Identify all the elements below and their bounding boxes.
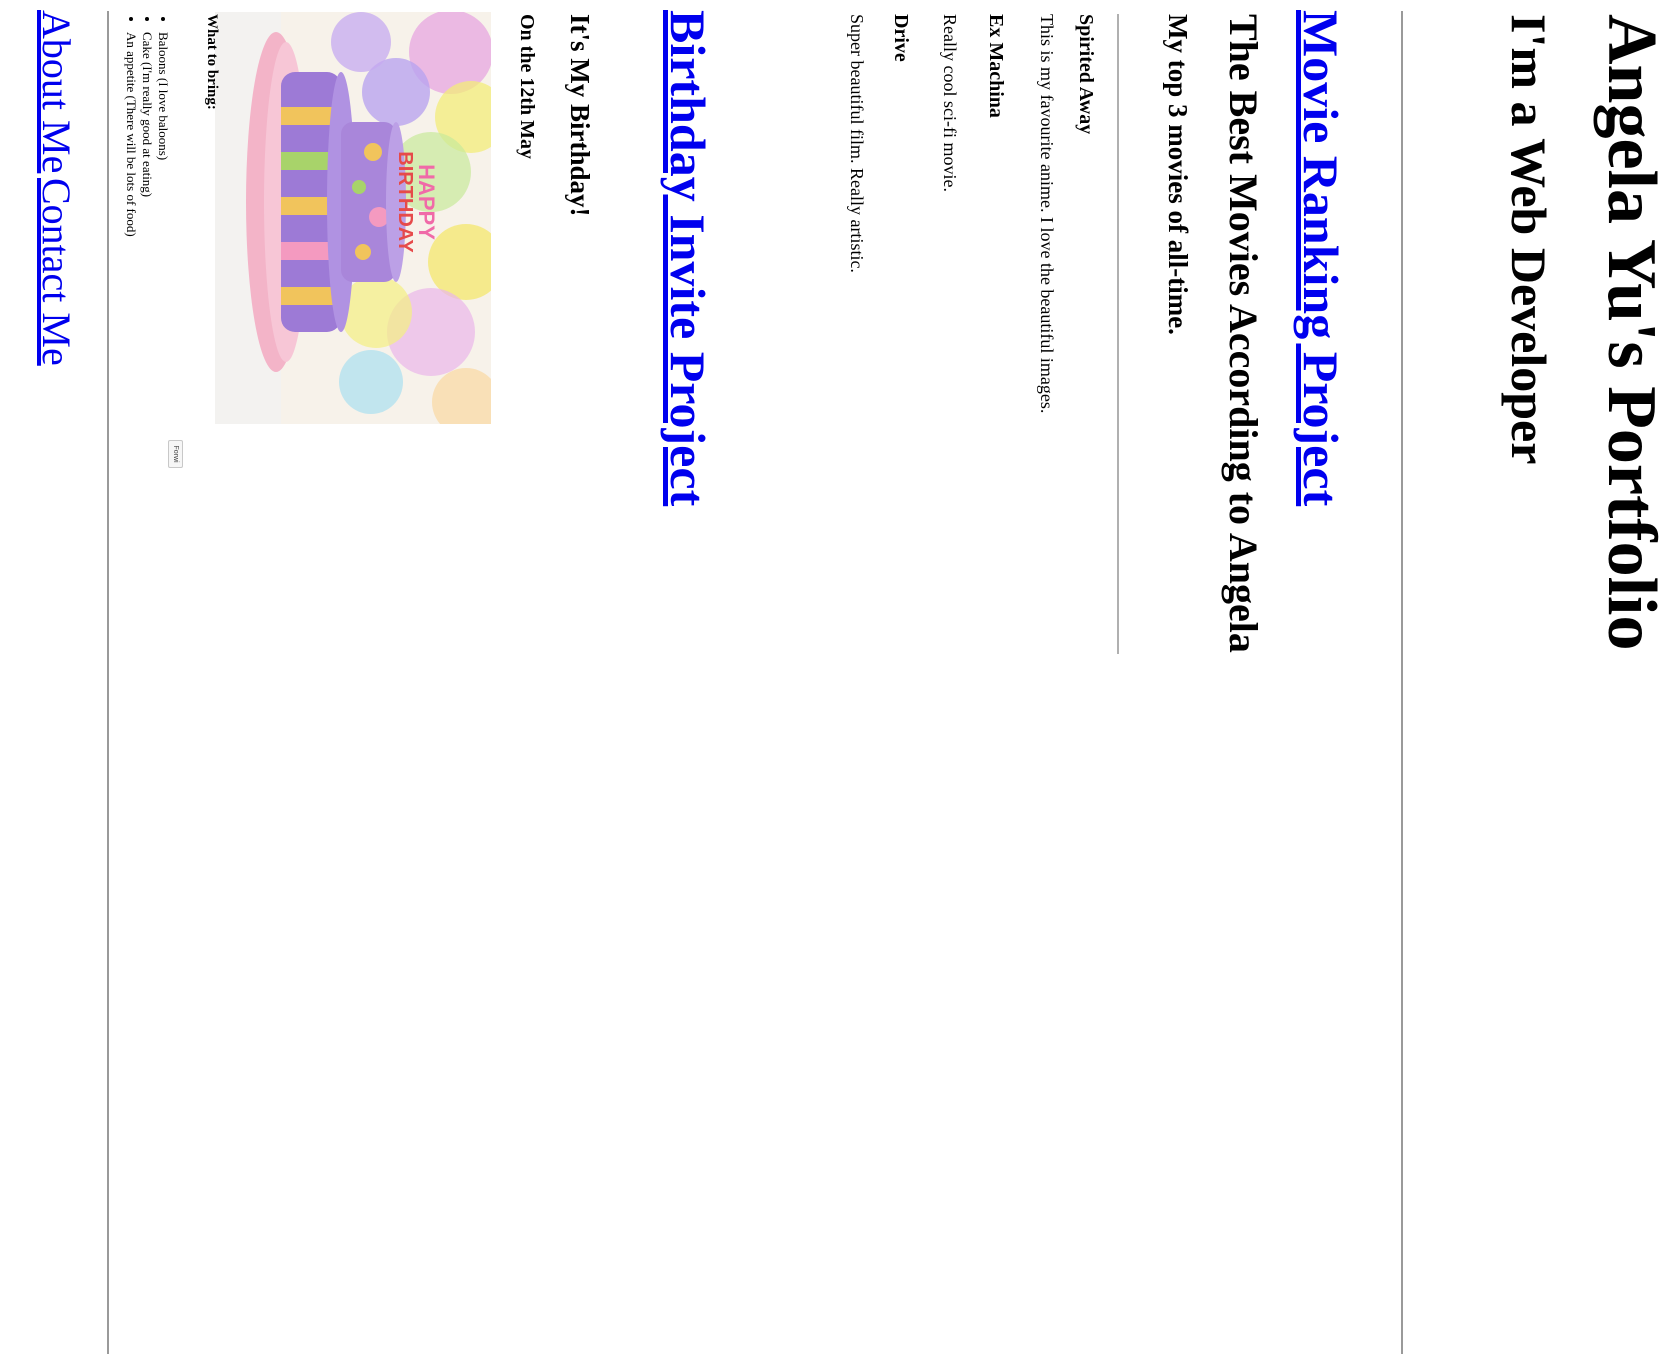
movie-name: Ex Machina — [985, 14, 1007, 118]
cake-text-birthday: BIRTHDAY — [394, 151, 416, 253]
birthday-invite-project-link[interactable]: Birthday Invite Project — [660, 10, 716, 506]
movie-description: This is my favourite anime. I love the b… — [1037, 14, 1057, 414]
birthday-date: On the 12th May — [516, 14, 538, 159]
movie-name: Drive — [890, 14, 912, 62]
contact-me-link[interactable]: Contact Me — [34, 178, 79, 366]
list-item: Cake (I'm really good at eating) — [139, 32, 155, 237]
birthday-title: It's My Birthday! — [565, 14, 595, 217]
rotated-page: Angela Yu's Portfolio I'm a Web Develope… — [0, 0, 1676, 1358]
top-divider — [1401, 11, 1403, 1354]
movie-ranking-project-link[interactable]: Movie Ranking Project — [1293, 10, 1349, 506]
list-item: An appetite (There will be lots of food) — [123, 32, 139, 237]
about-me-link[interactable]: About Me — [34, 10, 79, 173]
bottom-divider — [107, 11, 109, 1354]
movies-divider — [1117, 14, 1119, 654]
page-title: Angela Yu's Portfolio — [1593, 14, 1670, 651]
bring-list: Baloons (I love baloons) Cake (I'm reall… — [123, 14, 171, 237]
cake-text-happy: HAPPY — [414, 164, 439, 240]
forward-button[interactable]: Forwi — [168, 440, 183, 468]
movie-description: Really cool sci-fi movie. — [940, 14, 960, 192]
movies-title: The Best Movies According to Angela — [1221, 14, 1266, 653]
bring-title: What to bring: — [204, 14, 220, 110]
movie-description: Super beautiful film. Really artistic. — [847, 14, 867, 273]
page-subtitle: I'm a Web Developer — [1501, 14, 1557, 465]
movie-name: Spirited Away — [1075, 14, 1097, 135]
list-item: Baloons (I love baloons) — [155, 32, 171, 237]
birthday-cake-image: HAPPY BIRTHDAY — [215, 12, 491, 424]
movies-subtitle: My top 3 movies of all-time. — [1163, 14, 1193, 335]
